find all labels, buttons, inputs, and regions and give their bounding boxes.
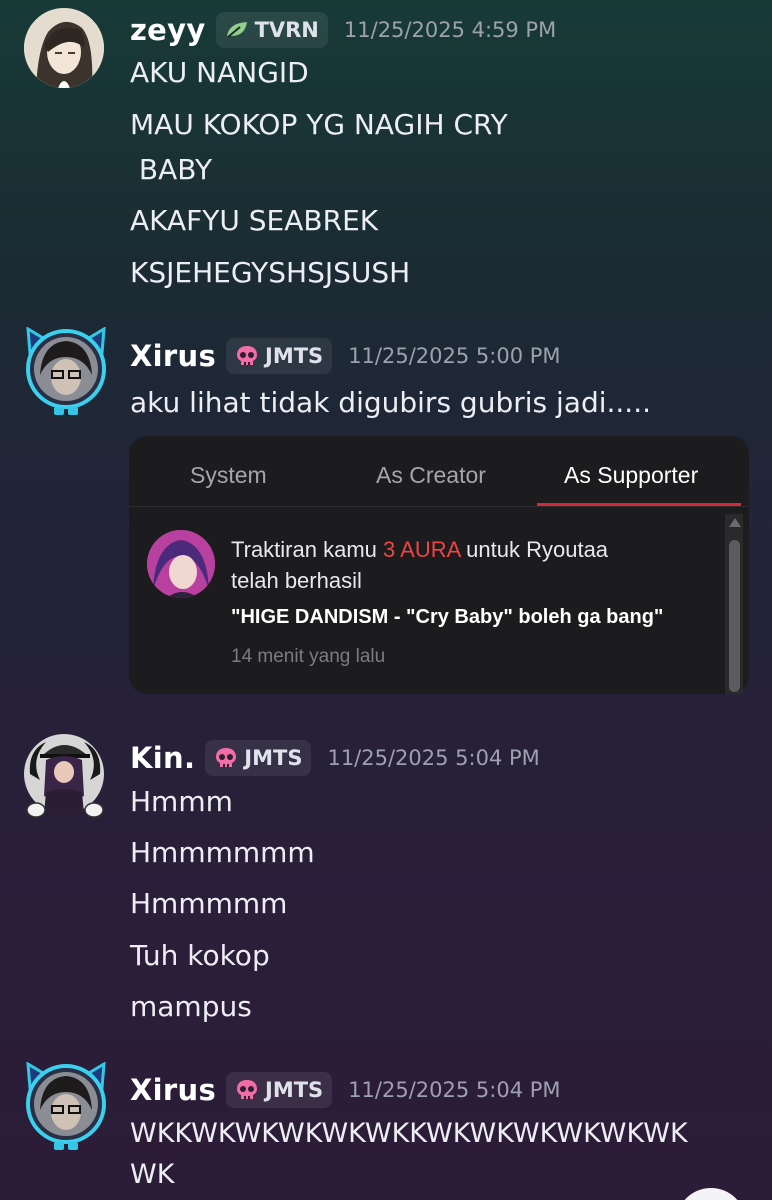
tag-label: JMTS: [265, 1078, 324, 1102]
username[interactable]: Kin.: [130, 741, 195, 775]
tab-as-creator: As Creator: [376, 462, 486, 488]
message-line: MAU KOKOP YG NAGIH CRY: [130, 108, 508, 141]
tag-label: TVRN: [254, 18, 319, 42]
timestamp: 11/25/2025 4:59 PM: [343, 18, 557, 42]
server-tag[interactable]: JMTS: [226, 338, 333, 374]
message-line: Hmmm: [130, 785, 233, 818]
message-line: Tuh kokop: [130, 939, 270, 972]
username[interactable]: Xirus: [130, 339, 216, 373]
message-line: mampus: [130, 990, 252, 1023]
avatar[interactable]: [24, 326, 106, 415]
divider: [129, 506, 749, 507]
message-line: aku lihat tidak digubirs gubris jadi....…: [130, 386, 651, 419]
tag-label: JMTS: [244, 746, 303, 770]
notification-amount: 3 AURA: [383, 537, 461, 562]
message-line: BABY: [130, 153, 213, 186]
tag-label: JMTS: [265, 344, 324, 368]
message-line: Hmmmmmm: [130, 836, 315, 869]
timestamp: 11/25/2025 5:04 PM: [327, 746, 540, 770]
timestamp: 11/25/2025 5:04 PM: [348, 1078, 561, 1102]
scrollbar-thumb[interactable]: [729, 540, 740, 692]
tab-system: System: [190, 462, 267, 488]
notification-text-end: untuk Ryoutaa: [460, 537, 609, 562]
avatar[interactable]: [24, 1061, 106, 1150]
avatar[interactable]: [20, 730, 104, 818]
notification-avatar: [147, 530, 215, 598]
floating-action-button[interactable]: [676, 1188, 746, 1200]
scroll-up-arrow-icon: [729, 518, 741, 527]
leaf-icon: [226, 22, 247, 38]
message-line: WKKWKWKWKWKWKKWKWKWKWKWKWK: [130, 1118, 688, 1149]
username[interactable]: zeyy: [130, 13, 206, 47]
server-tag[interactable]: JMTS: [205, 740, 312, 776]
timestamp: 11/25/2025 5:00 PM: [348, 344, 561, 368]
skull-icon: [216, 748, 237, 767]
server-tag[interactable]: TVRN: [215, 12, 328, 48]
notification-text-start: Traktiran kamu: [231, 537, 384, 562]
avatar[interactable]: [24, 8, 104, 88]
message-line: AKU NANGID: [130, 56, 309, 89]
notification-text-line2: telah berhasil: [231, 568, 362, 593]
message-line: Hmmmmm: [130, 887, 288, 920]
message-line: WK: [130, 1159, 175, 1190]
username[interactable]: Xirus: [130, 1073, 216, 1107]
message-line: KSJEHEGYSHSJSUSH: [130, 256, 411, 289]
tab-as-supporter: As Supporter: [564, 462, 699, 488]
notification-time: 14 menit yang lalu: [231, 646, 386, 667]
notification-text: Traktiran kamu 3 AURA untuk Ryoutaa: [231, 537, 608, 563]
message-line: AKAFYU SEABREK: [130, 204, 379, 237]
skull-icon: [237, 346, 258, 365]
notification-message: "HIGE DANDISM - "Cry Baby" boleh ga bang…: [231, 606, 664, 628]
skull-icon: [237, 1080, 258, 1099]
server-tag[interactable]: JMTS: [226, 1072, 333, 1108]
